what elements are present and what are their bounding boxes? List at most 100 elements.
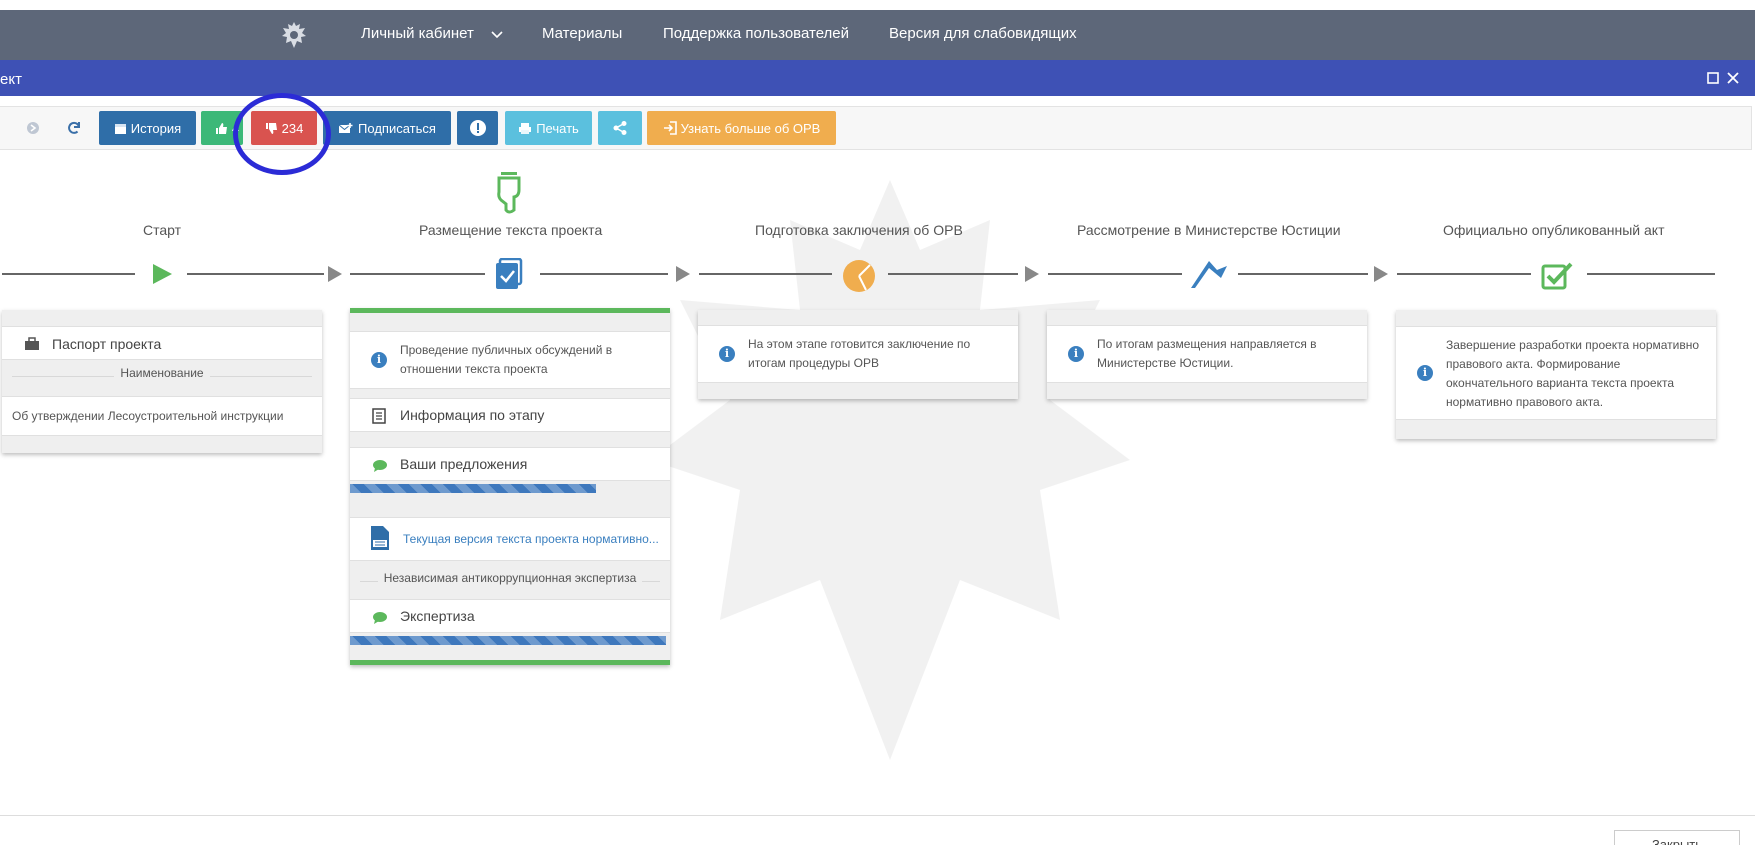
- name-header: Наименование: [114, 366, 210, 380]
- proposals-label: Ваши предложения: [400, 456, 528, 472]
- top-navigation-bar: [0, 10, 1755, 60]
- expertise-header-row: Независимая антикоррупционная экспертиза: [350, 569, 670, 593]
- printer-icon: [519, 122, 532, 134]
- comment-icon: [373, 460, 387, 472]
- nav-user-support[interactable]: Поддержка пользователей: [663, 25, 849, 42]
- timeline-segment: [1397, 273, 1531, 275]
- timeline-segment: [888, 273, 1018, 275]
- window-title: ект: [0, 71, 22, 88]
- justice-info-row: i По итогам размещения направляется в Ми…: [1047, 325, 1367, 383]
- passport-label: Паспорт проекта: [52, 336, 162, 352]
- info-icon: i: [371, 352, 387, 368]
- briefcase-icon: [25, 337, 39, 350]
- coat-of-arms-watermark-icon: [650, 180, 1130, 760]
- sign-in-icon: [663, 121, 677, 135]
- timeline-segment: [1238, 273, 1368, 275]
- list-alt-icon: [372, 408, 386, 424]
- timeline-arrow-icon: [1374, 266, 1388, 282]
- placement-info-row: i Проведение публичных обсуждений в отно…: [350, 331, 670, 389]
- comment-icon: [373, 612, 387, 624]
- window-title-bar: [0, 60, 1755, 96]
- name-header-row: Наименование: [2, 364, 322, 388]
- history-button-label: История: [130, 120, 182, 136]
- top-strip: [0, 0, 1755, 10]
- close-icon[interactable]: [1725, 70, 1741, 86]
- refresh-icon[interactable]: [64, 118, 84, 138]
- pie-icon: [843, 260, 875, 292]
- page: Личный кабинет Материалы Поддержка польз…: [0, 0, 1755, 845]
- learn-more-orv-label: Узнать больше об ОРВ: [680, 120, 821, 136]
- report-button[interactable]: [457, 111, 498, 145]
- share-icon: [613, 121, 627, 135]
- calendar-icon: [114, 123, 126, 134]
- chevron-down-icon[interactable]: [490, 27, 504, 41]
- published-info-row: i Завершение разработки проекта норматив…: [1396, 326, 1716, 420]
- step-title-start: Старт: [143, 222, 182, 238]
- thumbs-up-icon: [216, 122, 227, 134]
- step-title-justice: Рассмотрение в Министерстве Юстиции: [1077, 222, 1341, 238]
- hand-pointer-icon: [497, 172, 521, 214]
- justice-info-text: По итогам размещения направляется в Мини…: [1097, 337, 1317, 370]
- timeline-arrow-icon: [328, 266, 342, 282]
- subscribe-button-label: Подписаться: [358, 120, 436, 136]
- timeline-segment: [187, 273, 324, 275]
- timeline-segment: [2, 273, 135, 275]
- start-card: Паспорт проекта Наименование Об утвержде…: [2, 310, 322, 453]
- orv-info-text: На этом этапе готовится заключение по ит…: [748, 337, 971, 370]
- timeline-segment: [699, 273, 832, 275]
- footer-divider: [0, 815, 1755, 816]
- nav-materials[interactable]: Материалы: [542, 25, 622, 42]
- close-button[interactable]: Закрыть: [1614, 830, 1740, 845]
- forward-icon[interactable]: [23, 118, 43, 138]
- share-button[interactable]: [598, 111, 642, 145]
- justice-stage-card: i По итогам размещения направляется в Ми…: [1047, 310, 1367, 399]
- info-icon: i: [719, 346, 735, 362]
- print-button-label: Печать: [536, 120, 579, 136]
- published-info-text: Завершение разработки проекта нормативно…: [1446, 338, 1700, 409]
- info-icon: i: [1417, 365, 1433, 381]
- expertise-progress-bar: [350, 636, 666, 645]
- proposals-row[interactable]: Ваши предложения: [350, 447, 670, 481]
- maximize-icon[interactable]: [1705, 70, 1721, 86]
- envelope-icon: [338, 122, 353, 133]
- expertise-header: Независимая антикоррупционная экспертиза: [377, 571, 643, 585]
- step-title-orv: Подготовка заключения об ОРВ: [755, 222, 963, 238]
- orv-info-row: i На этом этапе готовится заключение по …: [698, 325, 1018, 383]
- expertise-row[interactable]: Экспертиза: [350, 599, 670, 633]
- timeline-segment: [1048, 273, 1182, 275]
- history-button[interactable]: История: [99, 111, 196, 145]
- timeline-segment: [350, 273, 485, 275]
- name-value-row: Об утверждении Лесоустроительной инструк…: [2, 396, 322, 436]
- play-icon: [153, 264, 172, 284]
- coat-of-arms-icon[interactable]: [278, 19, 310, 51]
- docx-file-icon: [371, 526, 389, 550]
- passport-row[interactable]: Паспорт проекта: [2, 326, 322, 360]
- timeline-segment: [1587, 273, 1715, 275]
- info-icon: i: [1068, 346, 1084, 362]
- step-title-placement: Размещение текста проекта: [419, 222, 603, 238]
- exclamation-circle-icon: [469, 120, 486, 136]
- flag-icon: [1191, 261, 1227, 288]
- print-button[interactable]: Печать: [505, 111, 592, 145]
- highlight-annotation-circle: [233, 93, 331, 175]
- timeline-arrow-icon: [676, 266, 690, 282]
- expertise-label: Экспертиза: [400, 608, 475, 624]
- timeline-arrow-icon: [1025, 266, 1039, 282]
- project-name: Об утверждении Лесоустроительной инструк…: [12, 409, 284, 423]
- step-title-published: Официально опубликованный акт: [1443, 222, 1665, 238]
- subscribe-button[interactable]: Подписаться: [323, 111, 451, 145]
- placement-stage-card: i Проведение публичных обсуждений в отно…: [350, 308, 670, 665]
- nav-personal-cabinet[interactable]: Личный кабинет: [361, 25, 474, 42]
- published-act-card: i Завершение разработки проекта норматив…: [1396, 310, 1716, 439]
- proposals-progress-bar: [350, 484, 596, 493]
- check-square-icon: [1541, 262, 1573, 290]
- orv-stage-card: i На этом этапе готовится заключение по …: [698, 310, 1018, 399]
- current-version-link[interactable]: Текущая версия текста проекта нормативно…: [403, 532, 659, 546]
- stage-info-label: Информация по этапу: [400, 407, 545, 423]
- nav-accessibility-version[interactable]: Версия для слабовидящих: [889, 25, 1077, 42]
- document-row[interactable]: Текущая версия текста проекта нормативно…: [350, 517, 670, 561]
- stage-info-row[interactable]: Информация по этапу: [350, 398, 670, 432]
- placement-info-text: Проведение публичных обсуждений в отноше…: [400, 343, 613, 376]
- timeline-segment: [540, 273, 668, 275]
- learn-more-orv-button[interactable]: Узнать больше об ОРВ: [647, 111, 836, 145]
